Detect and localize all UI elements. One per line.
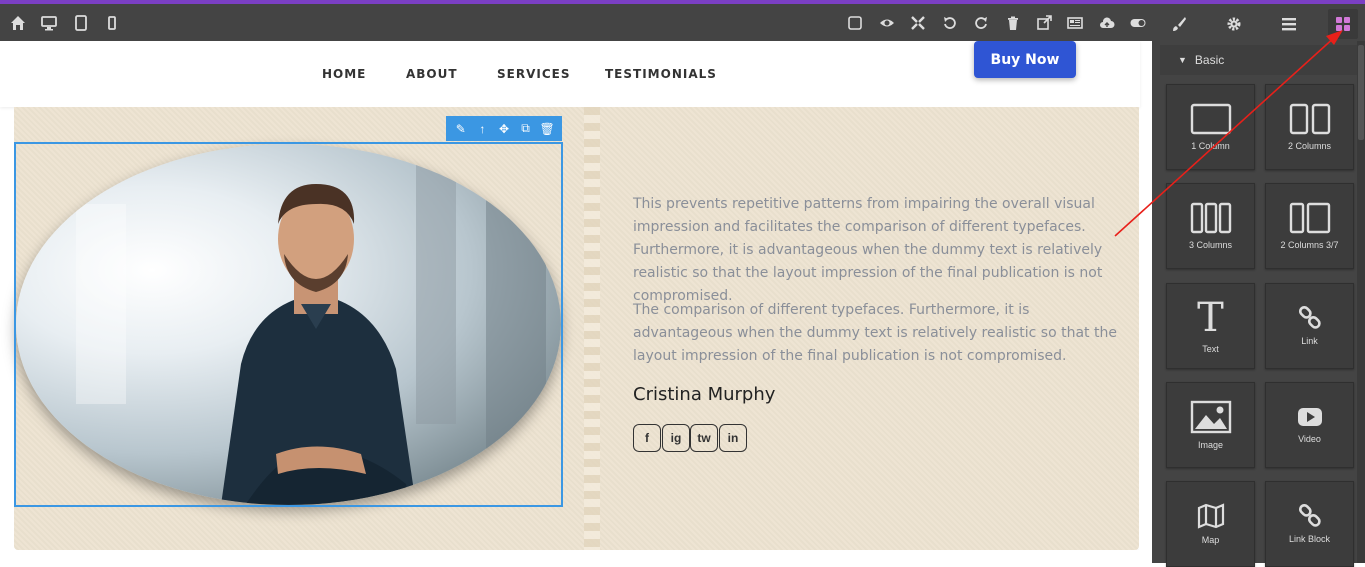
edit-pencil-icon[interactable]: ✎ [453,122,469,136]
instagram-icon[interactable]: ig [662,424,690,452]
block-label: 2 Columns [1287,141,1332,151]
one-column-icon [1190,103,1231,135]
map-icon [1197,503,1224,529]
block-video[interactable]: Video [1265,382,1354,468]
block-text[interactable]: T Text [1166,283,1255,369]
block-link[interactable]: Link [1265,283,1354,369]
component-outline-icon[interactable] [845,13,865,33]
bio-paragraph-1: This prevents repetitive patterns from i… [633,196,1103,304]
export-icon[interactable] [1034,13,1054,33]
layer-manager-bars-icon[interactable] [1274,9,1304,39]
preview-eye-icon[interactable] [877,13,897,33]
block-image[interactable]: Image [1166,382,1255,468]
selection-toolbar: ✎ ↑ ✥ ⧉ 🗑 [446,116,562,141]
link-chain-icon [1298,306,1321,329]
nav-services-link[interactable]: SERVICES [497,67,570,81]
block-label: Map [1201,535,1220,545]
twitter-icon[interactable]: tw [690,424,718,452]
nav-testimonials-link[interactable]: TESTIMONIALS [605,67,717,81]
buy-now-button[interactable]: Buy Now [974,41,1076,78]
mobile-view-icon[interactable] [102,13,122,33]
editor-toolbar [0,4,1365,41]
redo-icon[interactable] [971,13,991,33]
block-label: Video [1298,434,1321,444]
two-columns-3-7-icon [1289,202,1330,234]
paper-binding-decoration [584,107,600,550]
block-label: Link Block [1288,534,1331,544]
delete-trash-icon[interactable]: 🗑 [539,122,555,136]
trash-icon[interactable] [1003,13,1023,33]
image-icon [1190,400,1231,434]
undo-icon[interactable] [940,13,960,33]
block-3-columns[interactable]: 3 Columns [1166,183,1255,269]
toggle-icon[interactable] [1128,13,1148,33]
facebook-icon[interactable]: f [633,424,661,452]
caret-down-icon: ▼ [1178,55,1187,65]
nav-home-link[interactable]: HOME [322,67,366,81]
block-label: Link [1301,336,1318,346]
two-columns-icon [1289,103,1330,135]
block-map[interactable]: Map [1166,481,1255,567]
desktop-view-icon[interactable] [39,13,59,33]
block-label: 1 Column [1191,141,1230,151]
selected-element-outline [14,142,563,507]
block-label: Image [1197,440,1223,450]
block-link-block[interactable]: Link Block [1265,481,1354,567]
linkedin-icon[interactable]: in [719,424,747,452]
nav-about-link[interactable]: ABOUT [406,67,458,81]
text-t-icon: T [1197,295,1224,341]
cloud-upload-icon[interactable] [1097,13,1117,33]
move-drag-icon[interactable]: ✥ [496,122,512,136]
basic-category-label: Basic [1194,53,1225,67]
template-icon[interactable] [1065,13,1085,33]
block-label: 3 Columns [1188,240,1233,250]
editor-canvas[interactable]: HOME ABOUT SERVICES TESTIMONIALS Buy Now… [0,41,1152,563]
video-play-icon [1297,408,1322,426]
three-columns-icon [1190,202,1231,234]
style-manager-brush-icon[interactable] [1164,9,1194,39]
block-1-column[interactable]: 1 Column [1166,84,1255,170]
site-navbar: HOME ABOUT SERVICES TESTIMONIALS [0,41,1140,107]
blocks-grid-icon[interactable] [1328,9,1358,39]
block-2-columns[interactable]: 2 Columns [1265,84,1354,170]
bio-paragraph-2: The comparison of different typefaces. F… [633,302,1117,364]
link-block-chain-icon [1298,504,1321,527]
select-parent-arrow-icon[interactable]: ↑ [474,122,490,136]
block-2-columns-3-7[interactable]: 2 Columns 3/7 [1265,183,1354,269]
fullscreen-icon[interactable] [908,13,928,33]
settings-gear-icon[interactable] [1219,9,1249,39]
profile-name: Cristina Murphy [633,384,776,405]
tablet-view-icon[interactable] [71,13,91,33]
clone-copy-icon[interactable]: ⧉ [518,121,534,136]
block-label: Text [1202,344,1219,354]
panel-scrollbar-thumb[interactable] [1358,45,1364,140]
basic-category-header[interactable]: ▼ Basic [1160,45,1357,75]
home-icon[interactable] [8,13,28,33]
block-label: 2 Columns 3/7 [1280,240,1339,250]
